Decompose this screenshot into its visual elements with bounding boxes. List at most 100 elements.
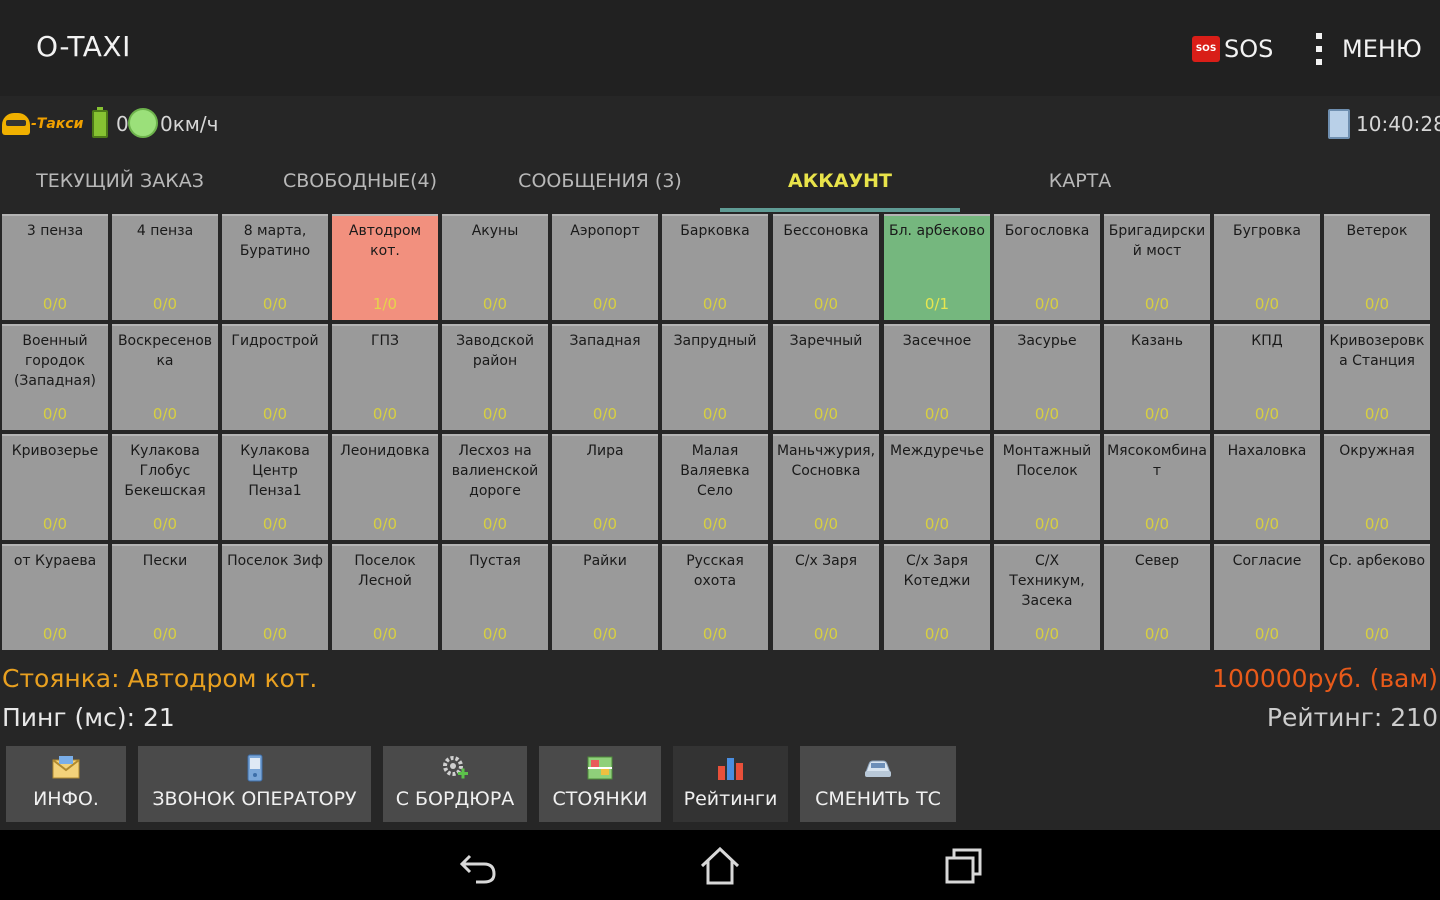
stand-cell[interactable]: Западная 0/0 xyxy=(552,324,658,430)
stand-cell[interactable]: Монтажный Поселок 0/0 xyxy=(994,434,1100,540)
stand-cell[interactable]: Поселок Зиф 0/0 xyxy=(222,544,328,650)
stands-button[interactable]: СТОЯНКИ xyxy=(539,746,661,822)
current-stand: Стоянка: Автодром кот. xyxy=(2,664,318,693)
tab-map[interactable]: КАРТА xyxy=(960,150,1200,212)
tab-current-order[interactable]: ТЕКУЩИЙ ЗАКАЗ xyxy=(0,150,240,212)
stand-cell[interactable]: Акуны 0/0 xyxy=(442,214,548,320)
stand-count: 0/0 xyxy=(152,625,178,643)
stand-cell[interactable]: Райки 0/0 xyxy=(552,544,658,650)
stand-cell[interactable]: Мясокомбинат 0/0 xyxy=(1104,434,1210,540)
app-bar: O-TAXI SOS SOS МЕНЮ xyxy=(0,0,1440,96)
envelope-icon xyxy=(51,754,81,782)
stand-count: 0/0 xyxy=(1254,295,1280,313)
stand-cell[interactable]: С/Х Техникум, Засека 0/0 xyxy=(994,544,1100,650)
stand-cell[interactable]: 4 пенза 0/0 xyxy=(112,214,218,320)
stand-cell[interactable]: Поселок Лесной 0/0 xyxy=(332,544,438,650)
stand-count: 0/1 xyxy=(924,295,950,313)
from-curb-button[interactable]: С БОРДЮРА xyxy=(383,746,527,822)
stand-cell[interactable]: Согласие 0/0 xyxy=(1214,544,1320,650)
stand-cell[interactable]: Барковка 0/0 xyxy=(662,214,768,320)
stand-cell[interactable]: Бл. арбеково 0/1 xyxy=(884,214,990,320)
stand-cell[interactable]: Междуречье 0/0 xyxy=(884,434,990,540)
stand-cell[interactable]: Богословка 0/0 xyxy=(994,214,1100,320)
menu-button[interactable]: МЕНЮ xyxy=(1310,30,1422,68)
stand-cell[interactable]: Бессоновка 0/0 xyxy=(773,214,879,320)
stand-cell[interactable]: Малая Валяевка Село 0/0 xyxy=(662,434,768,540)
stand-cell[interactable]: Кривозерье 0/0 xyxy=(2,434,108,540)
stand-cell[interactable]: Нахаловка 0/0 xyxy=(1214,434,1320,540)
info-button[interactable]: ИНФО. xyxy=(6,746,126,822)
stand-cell[interactable]: Ветерок 0/0 xyxy=(1324,214,1430,320)
stand-cell[interactable]: Военный городок (Западная) 0/0 xyxy=(2,324,108,430)
stand-name: 3 пенза xyxy=(26,223,84,239)
stand-name: Бугровка xyxy=(1233,223,1301,239)
stand-name: Русская охота xyxy=(686,553,744,589)
stand-cell[interactable]: Пустая 0/0 xyxy=(442,544,548,650)
stand-cell[interactable]: Запрудный 0/0 xyxy=(662,324,768,430)
stand-cell[interactable]: от Кураева 0/0 xyxy=(2,544,108,650)
sos-button[interactable]: SOS SOS xyxy=(1192,32,1273,66)
stand-name: Запрудный xyxy=(673,333,757,349)
stand-cell[interactable]: Кривозеровка Станция 0/0 xyxy=(1324,324,1430,430)
back-icon[interactable] xyxy=(456,844,500,888)
stand-cell[interactable]: Ср. арбеково 0/0 xyxy=(1324,544,1430,650)
stand-cell[interactable]: Воскресеновка 0/0 xyxy=(112,324,218,430)
stand-cell[interactable]: Засечное 0/0 xyxy=(884,324,990,430)
tab-label: СВОБОДНЫЕ(4) xyxy=(282,170,438,192)
stand-count: 0/0 xyxy=(1144,515,1170,533)
stand-count: 0/0 xyxy=(262,405,288,423)
home-icon[interactable] xyxy=(698,844,742,888)
ratings-button[interactable]: Рейтинги xyxy=(673,746,788,822)
stand-cell[interactable]: Окружная 0/0 xyxy=(1324,434,1430,540)
stand-name: Автодром кот. xyxy=(348,223,422,259)
stand-cell[interactable]: Русская охота 0/0 xyxy=(662,544,768,650)
stand-name: Акуны xyxy=(471,223,519,239)
stand-cell[interactable]: Пески 0/0 xyxy=(112,544,218,650)
tab-free-orders[interactable]: СВОБОДНЫЕ(4) xyxy=(240,150,480,212)
stand-name: Ветерок xyxy=(1346,223,1408,239)
stand-name: Малая Валяевка Село xyxy=(680,443,750,499)
stand-cell[interactable]: Кулакова Глобус Бекешская 0/0 xyxy=(112,434,218,540)
recent-apps-icon[interactable] xyxy=(942,844,986,888)
change-vehicle-label: СМЕНИТЬ ТС xyxy=(815,788,941,810)
stand-name: Монтажный Поселок xyxy=(1002,443,1092,479)
stand-cell[interactable]: С/х Заря Котеджи 0/0 xyxy=(884,544,990,650)
stand-cell[interactable]: Гидрострой 0/0 xyxy=(222,324,328,430)
stand-name: Бессоновка xyxy=(783,223,869,239)
stand-cell[interactable]: 8 марта, Буратино 0/0 xyxy=(222,214,328,320)
stand-cell[interactable]: Маньчжурия, Сосновка 0/0 xyxy=(773,434,879,540)
system-nav-bar xyxy=(0,830,1440,900)
tab-account[interactable]: АККАУНТ xyxy=(720,150,960,212)
battery-icon xyxy=(92,107,108,138)
stand-cell[interactable]: ГПЗ 0/0 xyxy=(332,324,438,430)
stand-cell[interactable]: 3 пенза 0/0 xyxy=(2,214,108,320)
stand-cell[interactable]: Леонидовка 0/0 xyxy=(332,434,438,540)
stand-name: Согласие xyxy=(1232,553,1302,569)
stand-name: Богословка xyxy=(1004,223,1090,239)
stand-name: Заводской район xyxy=(456,333,534,369)
stand-cell[interactable]: Лесхоз на валиенской дороге 0/0 xyxy=(442,434,548,540)
stand-cell[interactable]: КПД 0/0 xyxy=(1214,324,1320,430)
stand-cell[interactable]: Север 0/0 xyxy=(1104,544,1210,650)
stand-cell[interactable]: Казань 0/0 xyxy=(1104,324,1210,430)
ping: Пинг (мс): 21 xyxy=(2,703,175,732)
stand-cell[interactable]: Автодром кот. 1/0 xyxy=(332,214,438,320)
stand-cell[interactable]: Бригадирский мост 0/0 xyxy=(1104,214,1210,320)
stand-name: Западная xyxy=(569,333,641,349)
change-vehicle-button[interactable]: СМЕНИТЬ ТС xyxy=(800,746,956,822)
stand-count: 0/0 xyxy=(924,405,950,423)
stand-name: ГПЗ xyxy=(370,333,400,349)
stand-cell[interactable]: Бугровка 0/0 xyxy=(1214,214,1320,320)
stand-name: Бригадирский мост xyxy=(1108,223,1206,259)
stand-cell[interactable]: Заречный 0/0 xyxy=(773,324,879,430)
stand-cell[interactable]: Заводской район 0/0 xyxy=(442,324,548,430)
stand-cell[interactable]: Лира 0/0 xyxy=(552,434,658,540)
stand-cell[interactable]: Кулакова Центр Пенза1 0/0 xyxy=(222,434,328,540)
stand-name: Военный городок (Западная) xyxy=(13,333,97,389)
stand-cell[interactable]: Аэропорт 0/0 xyxy=(552,214,658,320)
stand-cell[interactable]: Засурье 0/0 xyxy=(994,324,1100,430)
stand-cell[interactable]: С/х Заря 0/0 xyxy=(773,544,879,650)
tab-messages[interactable]: СООБЩЕНИЯ (3) xyxy=(480,150,720,212)
menu-label: МЕНЮ xyxy=(1342,35,1422,63)
call-operator-button[interactable]: ЗВОНОК ОПЕРАТОРУ xyxy=(138,746,371,822)
